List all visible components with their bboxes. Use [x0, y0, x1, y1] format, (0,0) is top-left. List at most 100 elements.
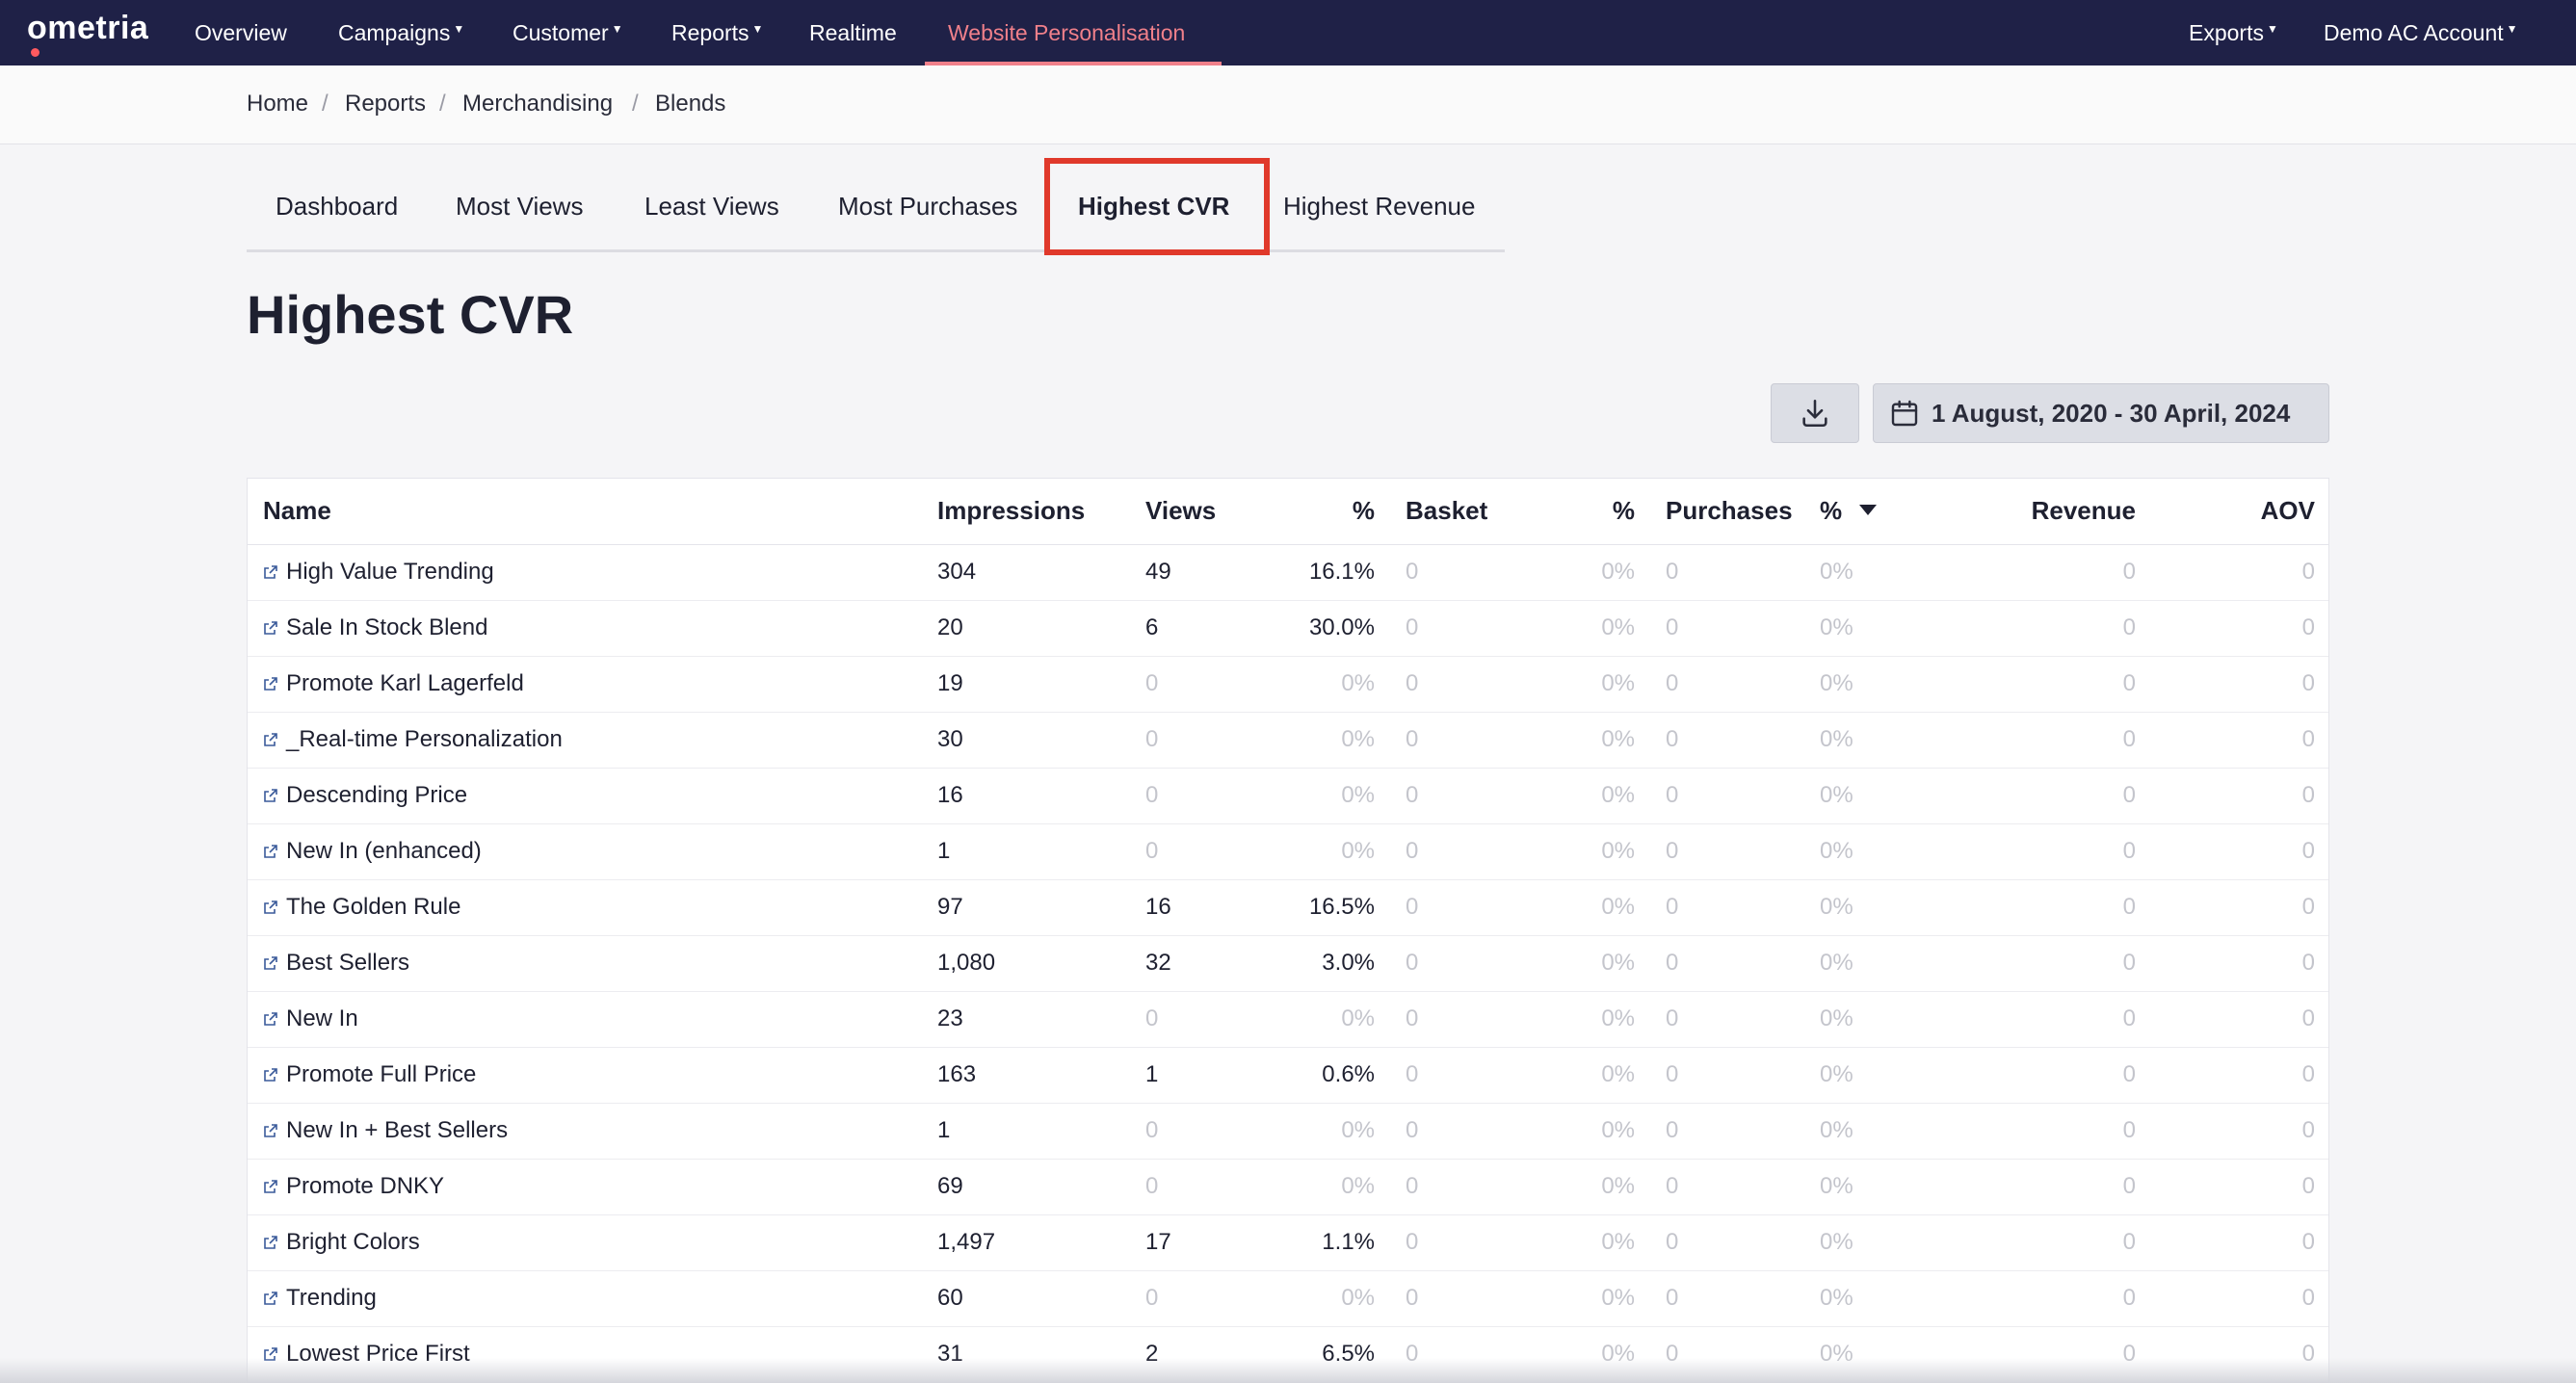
external-link-icon[interactable]: [263, 676, 278, 692]
blend-name[interactable]: The Golden Rule: [286, 894, 460, 920]
cell-aov: 0: [2151, 1047, 2328, 1104]
col-purchases-pct[interactable]: %: [1804, 479, 1949, 545]
tab-highest-revenue[interactable]: Highest Revenue: [1283, 160, 1475, 252]
cell-revenue: 0: [1949, 768, 2151, 824]
cell-aov: 0: [2151, 656, 2328, 713]
col-basket-pct[interactable]: %: [1525, 479, 1650, 545]
nav-website-personalisation[interactable]: Website Personalisation: [948, 0, 1185, 65]
cell-aov: 0: [2151, 544, 2328, 601]
cell-name[interactable]: Descending Price: [248, 768, 922, 824]
cell-name[interactable]: High Value Trending: [248, 544, 922, 601]
external-link-icon[interactable]: [263, 1179, 278, 1194]
ometria-logo[interactable]: ometria: [27, 10, 148, 57]
blend-name[interactable]: New In (enhanced): [286, 838, 482, 864]
cell-basket-pct: 0%: [1525, 935, 1650, 992]
nav-reports[interactable]: Reports ▼: [671, 0, 763, 65]
blend-name[interactable]: High Value Trending: [286, 559, 494, 585]
blend-name[interactable]: Trending: [286, 1285, 377, 1311]
table-header-row: Name Impressions Views % Basket % Purcha…: [248, 479, 2328, 545]
external-link-icon[interactable]: [263, 1291, 278, 1306]
external-link-icon[interactable]: [263, 564, 278, 580]
cell-aov: 0: [2151, 935, 2328, 992]
col-impressions[interactable]: Impressions: [922, 479, 1130, 545]
col-views-pct[interactable]: %: [1265, 479, 1390, 545]
cell-aov: 0: [2151, 823, 2328, 880]
cell-name[interactable]: New In (enhanced): [248, 823, 922, 880]
nav-realtime[interactable]: Realtime: [809, 0, 897, 65]
breadcrumb-reports[interactable]: Reports: [345, 91, 426, 117]
blend-name[interactable]: Promote Karl Lagerfeld: [286, 670, 524, 696]
nav-account[interactable]: Demo AC Account ▼: [2324, 0, 2518, 65]
external-link-icon[interactable]: [263, 1067, 278, 1083]
tab-least-views[interactable]: Least Views: [644, 160, 779, 252]
nav-exports[interactable]: Exports ▼: [2189, 0, 2278, 65]
blend-name[interactable]: New In: [286, 1005, 358, 1031]
blend-name[interactable]: Bright Colors: [286, 1229, 420, 1255]
page-title: Highest CVR: [247, 284, 574, 345]
date-range-picker[interactable]: 1 August, 2020 - 30 April, 2024: [1873, 383, 2329, 443]
cell-name[interactable]: The Golden Rule: [248, 879, 922, 936]
cell-impressions: 163: [922, 1047, 1130, 1104]
col-name[interactable]: Name: [248, 479, 922, 545]
breadcrumb-home[interactable]: Home: [247, 91, 308, 117]
blend-name[interactable]: Sale In Stock Blend: [286, 614, 487, 640]
nav-overview[interactable]: Overview: [195, 0, 287, 65]
cell-name[interactable]: _Real-time Personalization: [248, 712, 922, 769]
blend-name[interactable]: Promote DNKY: [286, 1173, 444, 1199]
cell-purchases: 0: [1650, 544, 1804, 601]
blend-name[interactable]: _Real-time Personalization: [286, 726, 563, 752]
cell-name[interactable]: Promote Karl Lagerfeld: [248, 656, 922, 713]
calendar-icon: [1891, 400, 1918, 427]
cell-revenue: 0: [1949, 1270, 2151, 1327]
external-link-icon[interactable]: [263, 900, 278, 915]
nav-campaigns[interactable]: Campaigns ▼: [338, 0, 464, 65]
cell-purchases-pct: 0%: [1804, 1270, 1949, 1327]
cell-aov: 0: [2151, 712, 2328, 769]
blend-name[interactable]: Descending Price: [286, 782, 467, 808]
nav-customer[interactable]: Customer ▼: [513, 0, 623, 65]
cell-impressions: 1,080: [922, 935, 1130, 992]
cell-name[interactable]: Promote DNKY: [248, 1159, 922, 1215]
external-link-icon[interactable]: [263, 732, 278, 747]
cell-views-pct: 0%: [1265, 1103, 1390, 1160]
cell-impressions: 69: [922, 1159, 1130, 1215]
download-button[interactable]: [1771, 383, 1859, 443]
cell-name[interactable]: Bright Colors: [248, 1214, 922, 1271]
blend-name[interactable]: New In + Best Sellers: [286, 1117, 508, 1143]
external-link-icon[interactable]: [263, 1011, 278, 1027]
external-link-icon[interactable]: [263, 1235, 278, 1250]
cell-name[interactable]: Best Sellers: [248, 935, 922, 992]
cell-revenue: 0: [1949, 935, 2151, 992]
cell-purchases-pct: 0%: [1804, 544, 1949, 601]
cell-purchases: 0: [1650, 935, 1804, 992]
cell-name[interactable]: New In + Best Sellers: [248, 1103, 922, 1160]
cell-views-pct: 0%: [1265, 1270, 1390, 1327]
breadcrumb-merchandising[interactable]: Merchandising: [462, 91, 613, 117]
col-views[interactable]: Views: [1130, 479, 1265, 545]
cell-aov: 0: [2151, 1103, 2328, 1160]
external-link-icon[interactable]: [263, 620, 278, 636]
external-link-icon[interactable]: [263, 955, 278, 971]
external-link-icon[interactable]: [263, 844, 278, 859]
cell-name[interactable]: Promote Full Price: [248, 1047, 922, 1104]
tab-most-views[interactable]: Most Views: [456, 160, 583, 252]
col-aov[interactable]: AOV: [2151, 479, 2328, 545]
col-basket[interactable]: Basket: [1390, 479, 1525, 545]
cell-basket-pct: 0%: [1525, 823, 1650, 880]
cell-name[interactable]: Sale In Stock Blend: [248, 600, 922, 657]
cell-name[interactable]: Trending: [248, 1270, 922, 1327]
cell-purchases-pct: 0%: [1804, 935, 1949, 992]
col-revenue[interactable]: Revenue: [1949, 479, 2151, 545]
cell-impressions: 1: [922, 823, 1130, 880]
cell-purchases-pct: 0%: [1804, 600, 1949, 657]
blend-name[interactable]: Best Sellers: [286, 950, 409, 976]
external-link-icon[interactable]: [263, 1123, 278, 1138]
cell-name[interactable]: New In: [248, 991, 922, 1048]
col-purchases[interactable]: Purchases: [1650, 479, 1804, 545]
blend-name[interactable]: Promote Full Price: [286, 1061, 476, 1087]
tab-dashboard[interactable]: Dashboard: [276, 160, 398, 252]
external-link-icon[interactable]: [263, 788, 278, 803]
cell-revenue: 0: [1949, 656, 2151, 713]
cell-revenue: 0: [1949, 991, 2151, 1048]
tab-most-purchases[interactable]: Most Purchases: [838, 160, 1017, 252]
